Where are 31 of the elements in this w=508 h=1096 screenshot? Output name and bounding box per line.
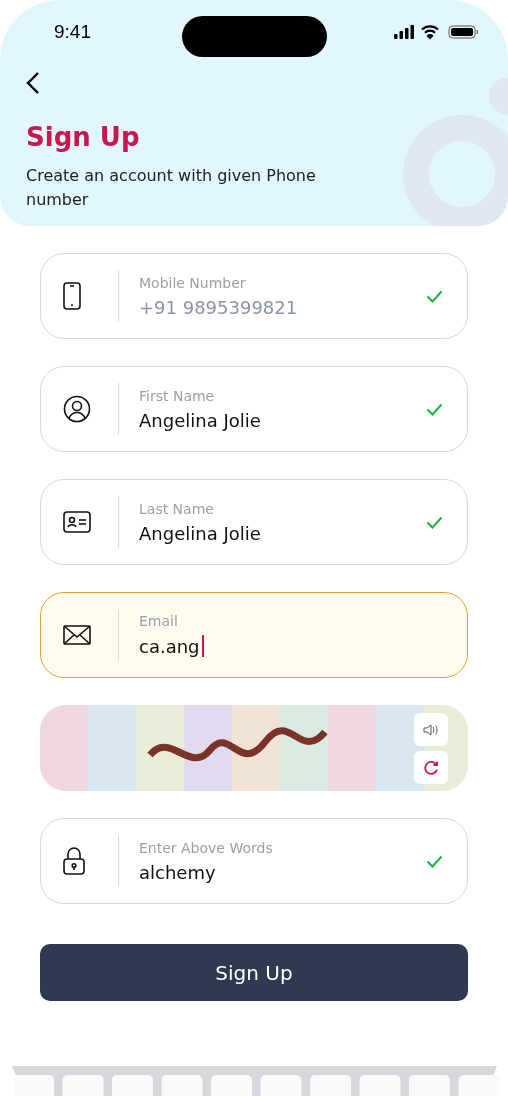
input-field[interactable]: Last Name Angelina Jolie	[40, 479, 468, 565]
refresh-button[interactable]	[414, 751, 448, 784]
mail-icon	[63, 625, 91, 645]
phone-icon	[63, 282, 81, 310]
signal-icon	[394, 25, 414, 39]
page-subtitle: Create an account with given Phone number	[26, 165, 317, 211]
user-icon	[63, 395, 91, 423]
field-label: First Name	[139, 387, 216, 404]
speaker-icon	[423, 723, 439, 736]
text-cursor	[201, 635, 204, 657]
page-title: Sign Up	[26, 122, 141, 152]
field-label: Enter Above Words	[139, 839, 274, 856]
id-card-icon	[63, 511, 91, 533]
field-value: +91 9895399821	[139, 296, 298, 318]
field-value: alchemy	[139, 861, 216, 883]
field-label: Mobile Number	[139, 274, 247, 291]
sign-up-button[interactable]: Sign Up	[40, 944, 468, 1001]
field-value: Angelina Jolie	[139, 409, 261, 431]
field-value: ca.ang	[139, 635, 200, 657]
refresh-icon	[423, 759, 439, 776]
field-label: Email	[139, 613, 179, 629]
status-time: 9:41	[54, 21, 91, 43]
input-field[interactable]: Enter Above Words alchemy	[40, 818, 468, 904]
lock-icon	[63, 847, 85, 875]
field-label: Last Name	[139, 500, 215, 517]
battery-icon	[448, 25, 478, 39]
field-value: Angelina Jolie	[139, 522, 261, 544]
input-field[interactable]: Email ca.ang	[40, 592, 468, 678]
wifi-icon	[420, 25, 440, 40]
input-field[interactable]: First Name Angelina Jolie	[40, 366, 468, 452]
back-icon[interactable]	[26, 72, 40, 94]
